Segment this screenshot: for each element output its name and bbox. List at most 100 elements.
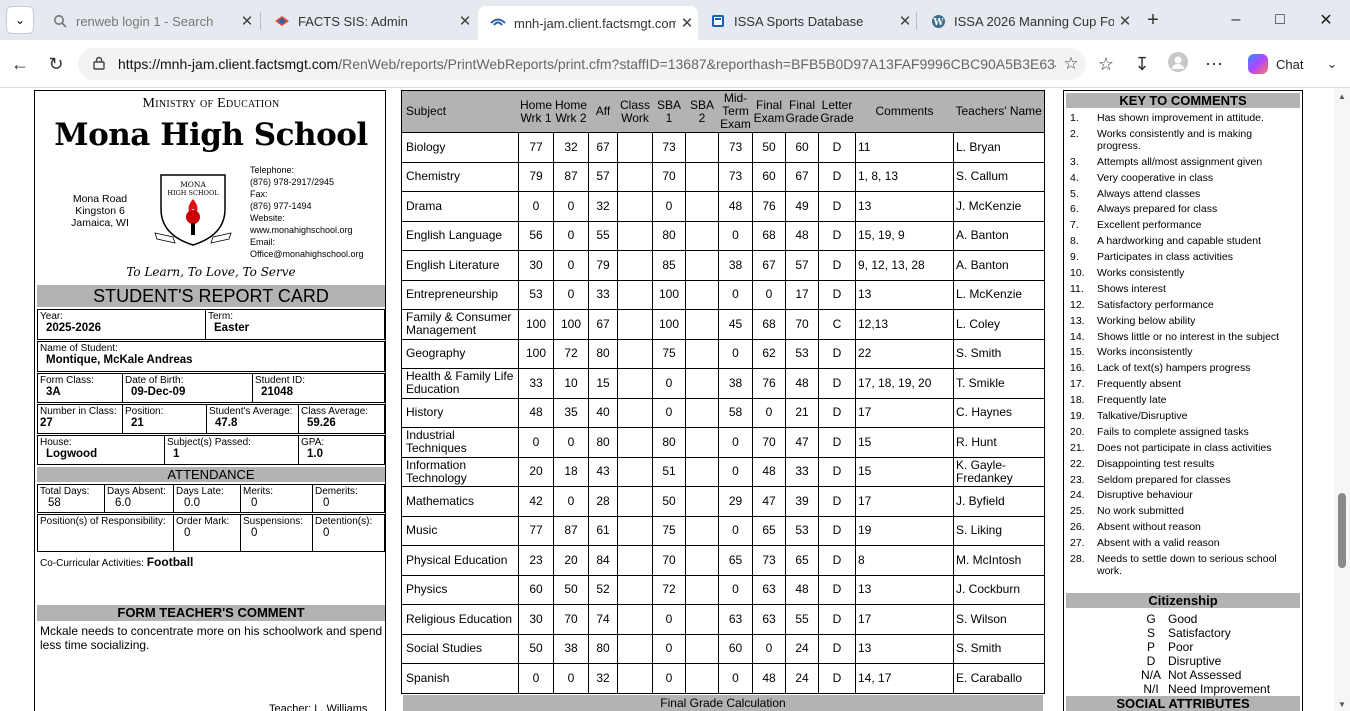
comment-codes: 13	[855, 633, 954, 664]
key-list: 1. Has shown improvement in attitude. 2. Wo…	[1070, 112, 1298, 581]
grades-column-header: Aff	[588, 90, 618, 133]
field-label: Suspensions:	[243, 516, 304, 527]
tab-title: ISSA Sports Database	[734, 13, 864, 29]
close-icon[interactable]: ✕	[894, 12, 916, 30]
tab-report-active[interactable]: mnh-jam.client.factsmgt.com/R ✕	[478, 6, 698, 40]
comment-codes: 19	[855, 515, 954, 546]
grade-cell: 70	[553, 604, 589, 635]
back-button[interactable]: ←	[6, 50, 34, 78]
teacher-name: L. Coley	[953, 309, 1045, 340]
grade-cell	[685, 456, 719, 487]
contact-label: Fax:	[250, 189, 268, 199]
citizenship-item: N/I Need Improvement	[1134, 682, 1270, 696]
close-icon[interactable]: ✕	[1114, 12, 1136, 30]
field-label: Form Class:	[40, 375, 94, 386]
tab-issa-sports[interactable]: ISSA Sports Database ✕	[698, 6, 916, 36]
scroll-down-arrow-icon[interactable]: ▼	[1338, 700, 1346, 709]
grade-cell: 0	[652, 633, 686, 664]
copilot-chat-button[interactable]: Chat	[1242, 48, 1312, 80]
tab-title: mnh-jam.client.factsmgt.com/R	[514, 15, 676, 31]
profile-button[interactable]	[1164, 50, 1192, 78]
downloads-button[interactable]: ↧	[1128, 50, 1156, 78]
tab-facts-admin[interactable]: FACTS SIS: Admin ✕	[262, 6, 476, 36]
key-text: Works consistently	[1097, 267, 1185, 280]
grade-cell: 50	[518, 633, 554, 664]
close-icon[interactable]: ✕	[454, 12, 476, 30]
minimize-button[interactable]: –	[1216, 6, 1256, 34]
grade-cell: 48	[785, 574, 819, 605]
grade-cell	[617, 191, 653, 222]
citizenship-meaning: Disruptive	[1168, 654, 1222, 668]
close-window-button[interactable]: ✕	[1306, 6, 1346, 34]
crest-text: HIGH SCHOOL	[167, 189, 219, 197]
grade-cell	[617, 338, 653, 369]
tab-actions-button[interactable]: ⌄	[6, 6, 34, 34]
key-number: 28.	[1070, 553, 1085, 566]
comment-codes: 12,13	[855, 309, 954, 340]
close-icon[interactable]: ✕	[676, 14, 698, 32]
subject-name: English Language	[401, 220, 519, 251]
school-crest-logo: MONA HIGH SCHOOL	[154, 174, 232, 246]
favorites-button[interactable]: ☆	[1092, 50, 1120, 78]
tab-search[interactable]: renweb login 1 - Search ✕	[40, 6, 258, 36]
tab-manning-cup[interactable]: W ISSA 2026 Manning Cup Footb ✕	[918, 6, 1136, 36]
grade-cell: 0	[718, 574, 753, 605]
grade-cell	[685, 250, 719, 281]
sidebar-toggle-button[interactable]: ⌄	[1318, 50, 1346, 78]
grades-row: Health & Family Life Education 33 10 15 0 38 7…	[401, 368, 1045, 399]
grade-cell	[685, 604, 719, 635]
key-item: 3. Attempts all/most assignment given	[1070, 156, 1298, 168]
key-number: 23.	[1070, 473, 1085, 486]
student-id-cell: Student ID: 21048	[252, 373, 385, 403]
scrollbar-thumb[interactable]	[1338, 493, 1346, 568]
key-item: 14. Shows little or no interest in the su…	[1070, 331, 1298, 343]
form-class-cell: Form Class: 3A	[37, 373, 123, 403]
key-item: 22. Disappointing test results	[1070, 458, 1298, 470]
grade-cell: 70	[752, 427, 786, 458]
grade-cell	[685, 368, 719, 399]
new-tab-button[interactable]: +	[1141, 8, 1165, 32]
grade-cell: 67	[785, 161, 819, 192]
subject-name: Mathematics	[401, 486, 519, 517]
subject-name: Social Studies	[401, 633, 519, 664]
grades-table: Subject Home Wrk 1 Home Wrk 2 Aff Class Work…	[401, 90, 1045, 694]
scroll-up-arrow-icon[interactable]: ▲	[1338, 92, 1346, 101]
grade-cell: D	[818, 545, 856, 576]
grade-cell	[685, 397, 719, 428]
grade-cell: 0	[553, 220, 589, 251]
key-number: 27.	[1070, 537, 1085, 550]
page-scrollbar[interactable]: ▲ ▼	[1334, 88, 1350, 711]
grade-cell: 23	[518, 545, 554, 576]
days-late-cell: Days Late: 0.0	[173, 484, 241, 513]
refresh-button[interactable]: ↻	[42, 50, 70, 78]
grade-cell: 79	[588, 250, 618, 281]
tab-title: renweb login 1 - Search	[76, 13, 214, 29]
grade-cell: 39	[785, 486, 819, 517]
comment-codes: 14, 17	[855, 663, 954, 694]
field-label: Detention(s):	[315, 516, 373, 527]
more-button[interactable]: ⋯	[1200, 50, 1228, 78]
more-dots-icon: ⋯	[1205, 53, 1223, 74]
grade-cell	[617, 604, 653, 635]
grade-cell: 50	[553, 574, 589, 605]
url-path: /RenWeb/reports/PrintWebReports/print.cf…	[338, 56, 1056, 72]
key-item: 4. Very cooperative in class	[1070, 172, 1298, 184]
key-text: Needs to settle down to serious school w…	[1097, 553, 1277, 578]
grade-cell	[685, 663, 719, 694]
favorite-star-icon[interactable]: ☆	[1056, 54, 1086, 74]
key-text: Works consistently and is making progres…	[1097, 127, 1253, 152]
teacher-name: S. Smith	[953, 338, 1045, 369]
close-icon[interactable]: ✕	[236, 12, 258, 30]
maximize-button[interactable]: □	[1260, 6, 1300, 34]
grade-cell: 72	[652, 574, 686, 605]
address-bar[interactable]: https://mnh-jam.client.factsmgt.com/RenW…	[78, 48, 1086, 80]
grade-cell: 70	[785, 309, 819, 340]
address-line: Mona Road	[72, 193, 128, 205]
grade-cell: 0	[652, 368, 686, 399]
grade-cell: 30	[518, 604, 554, 635]
field-value: Logwood	[46, 448, 98, 460]
key-text: Participates in class activities	[1097, 251, 1233, 264]
subject-name: Industrial Techniques	[401, 427, 519, 458]
grades-row: Physical Education 23 20 84 70 65 73 65 D 8 M. McI…	[401, 545, 1045, 576]
grade-cell: 87	[553, 515, 589, 546]
